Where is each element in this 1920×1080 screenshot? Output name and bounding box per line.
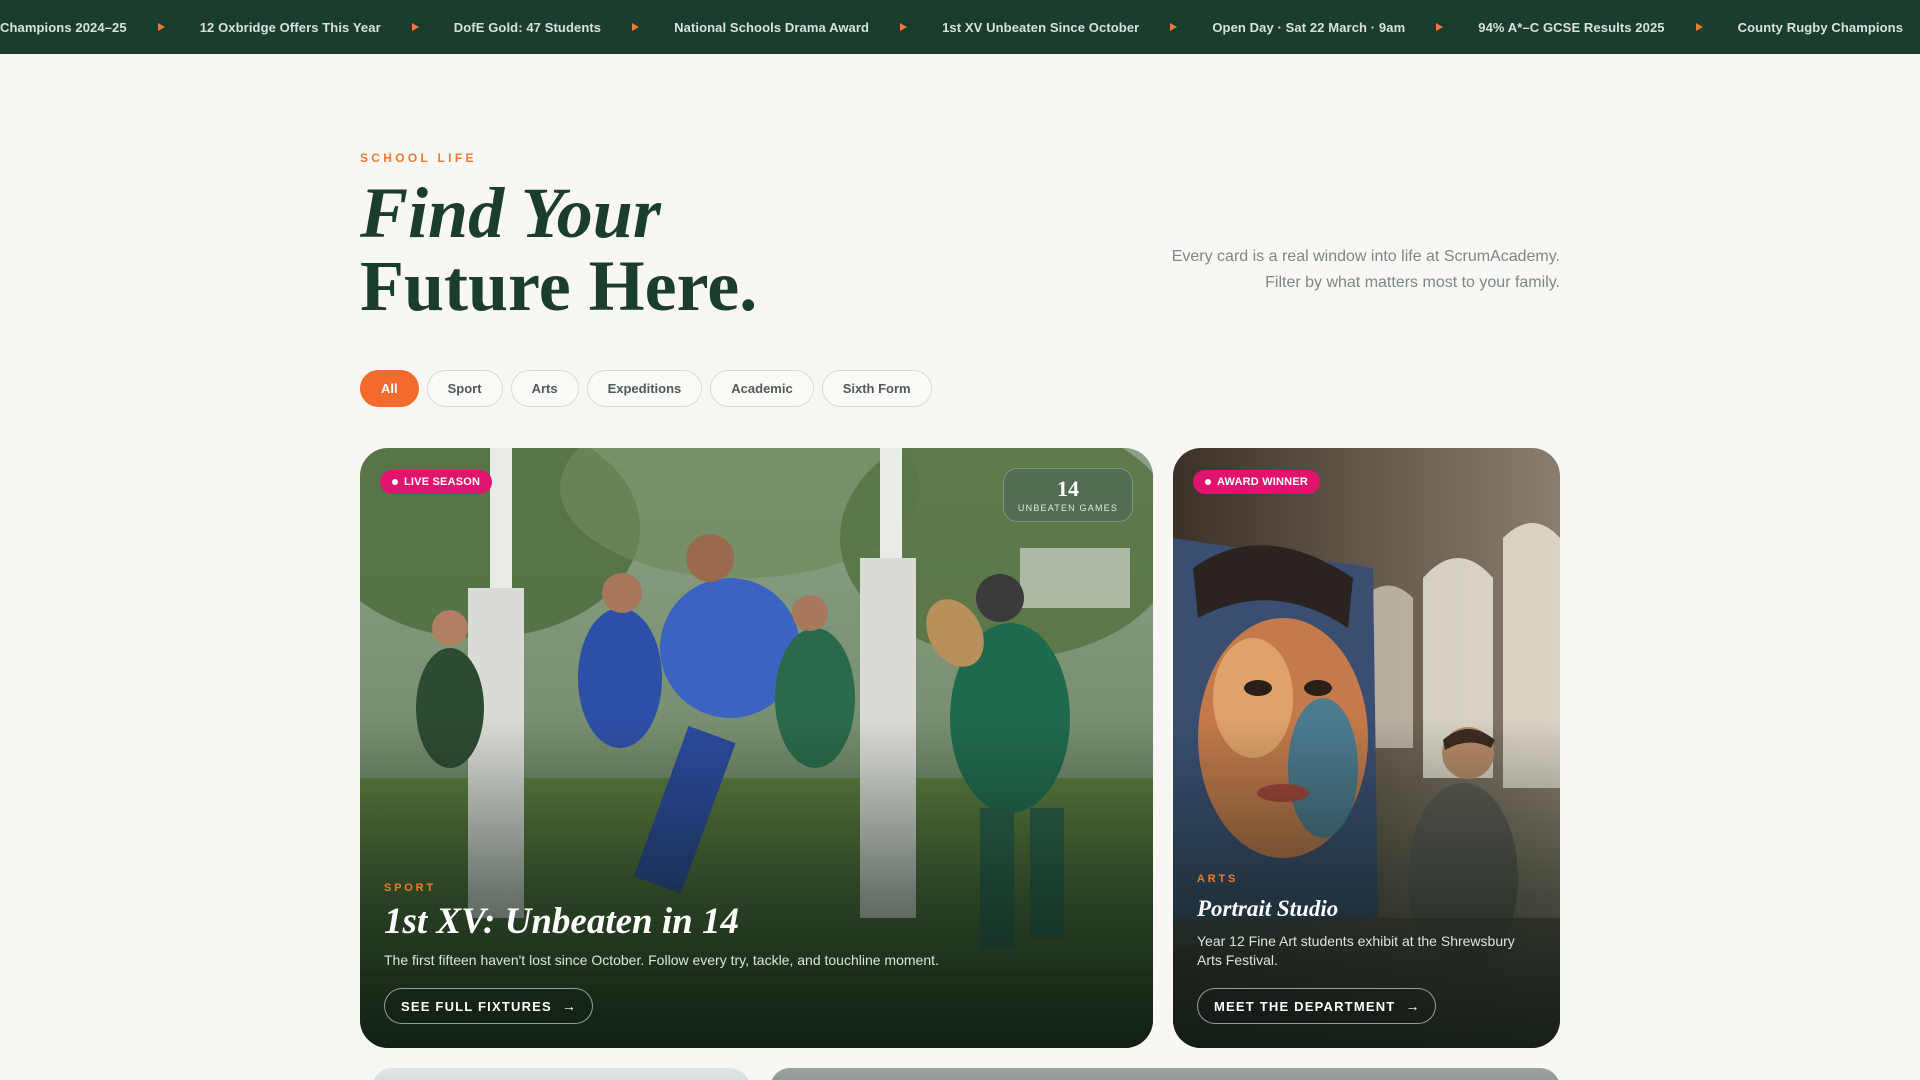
page-title-line-2: Future Here. <box>360 246 758 326</box>
filter-chip-all[interactable]: All <box>360 370 419 407</box>
card-description: Year 12 Fine Art students exhibit at the… <box>1197 933 1515 968</box>
ticker-text: County Rugby Champions <box>1737 19 1904 35</box>
stat-label: UNBEATEN GAMES <box>1017 503 1119 513</box>
ticker-text: National Schools Drama Award <box>674 19 870 35</box>
ticker-item: Open Day · Sat 22 March · 9am <box>1212 0 1478 54</box>
ticker-item: 94% A*–C GCSE Results 2025 <box>1478 0 1737 54</box>
see-fixtures-button[interactable]: SEE FULL FIXTURES → <box>384 988 593 1024</box>
page-title-line-1: Find Your <box>360 173 661 253</box>
ticker-track: Champions 2024–25 12 Oxbridge Offers This… <box>0 0 1903 54</box>
ticker-item: 12 Oxbridge Offers This Year <box>200 0 454 54</box>
triangle-right-icon <box>411 23 419 31</box>
filter-chip-sport[interactable]: Sport <box>426 370 503 407</box>
feature-card-sport[interactable]: LIVE SEASON 14 UNBEATEN GAMES SPORT 1st … <box>360 448 1153 1048</box>
cta-label: MEET THE DEPARTMENT <box>1214 998 1396 1014</box>
badge-label: AWARD WINNER <box>1217 476 1309 488</box>
card-title: Portrait Studio <box>1197 896 1339 921</box>
triangle-right-icon <box>632 23 640 31</box>
filter-chip-sixth-form[interactable]: Sixth Form <box>821 370 932 407</box>
cta-label: SEE FULL FIXTURES <box>401 998 552 1014</box>
filter-chip-expeditions[interactable]: Expeditions <box>586 370 703 407</box>
news-ticker: Champions 2024–25 12 Oxbridge Offers This… <box>0 0 1920 54</box>
ticker-item: 1st XV Unbeaten Since October <box>942 0 1212 54</box>
ticker-item: DofE Gold: 47 Students <box>454 0 674 54</box>
triangle-right-icon <box>1170 23 1178 31</box>
live-season-badge: LIVE SEASON <box>380 470 493 494</box>
feature-card-arts[interactable]: AWARD WINNER ARTS Portrait Studio Year 1… <box>1173 448 1560 1048</box>
stat-value: 14 <box>1057 476 1079 501</box>
badge-label: LIVE SEASON <box>404 476 481 488</box>
ticker-item: County Rugby Champions <box>1738 0 1903 54</box>
section-eyebrow: SCHOOL LIFE <box>360 151 477 165</box>
card-category: SPORT <box>384 882 436 894</box>
ticker-text: DofE Gold: 47 Students <box>453 19 602 35</box>
meet-department-button[interactable]: MEET THE DEPARTMENT → <box>1197 988 1437 1024</box>
ticker-text: Champions 2024–25 <box>0 19 127 35</box>
arrow-right-icon: → <box>1405 998 1420 1014</box>
page-title: Find Your Future Here. <box>360 176 757 322</box>
arrow-right-icon: → <box>561 998 576 1014</box>
next-card-preview <box>372 1068 750 1080</box>
triangle-right-icon <box>900 23 908 31</box>
triangle-right-icon <box>1436 23 1444 31</box>
ticker-text: Open Day · Sat 22 March · 9am <box>1212 19 1406 35</box>
filter-chip-arts[interactable]: Arts <box>510 370 579 407</box>
filter-chip-academic[interactable]: Academic <box>710 370 814 407</box>
ticker-text: 12 Oxbridge Offers This Year <box>199 19 381 35</box>
intro-text: Every card is a real window into life at… <box>1171 248 1560 291</box>
triangle-right-icon <box>1695 23 1703 31</box>
ticker-item: Champions 2024–25 <box>0 0 200 54</box>
card-title: 1st XV: Unbeaten in 14 <box>384 901 739 942</box>
card-description: The first fifteen haven't lost since Oct… <box>384 952 939 968</box>
filter-bar: All Sport Arts Expeditions Academic Sixth For… <box>360 370 932 407</box>
card-category: ARTS <box>1197 873 1239 885</box>
next-card-preview <box>770 1068 1560 1080</box>
triangle-right-icon <box>157 23 165 31</box>
ticker-text: 1st XV Unbeaten Since October <box>942 19 1140 35</box>
live-dot-icon <box>392 479 398 485</box>
ticker-item: National Schools Drama Award <box>674 0 942 54</box>
unbeaten-stat-box: 14 UNBEATEN GAMES <box>1003 468 1133 522</box>
ticker-text: 94% A*–C GCSE Results 2025 <box>1478 19 1665 35</box>
award-dot-icon <box>1205 479 1211 485</box>
award-winner-badge: AWARD WINNER <box>1193 470 1321 494</box>
